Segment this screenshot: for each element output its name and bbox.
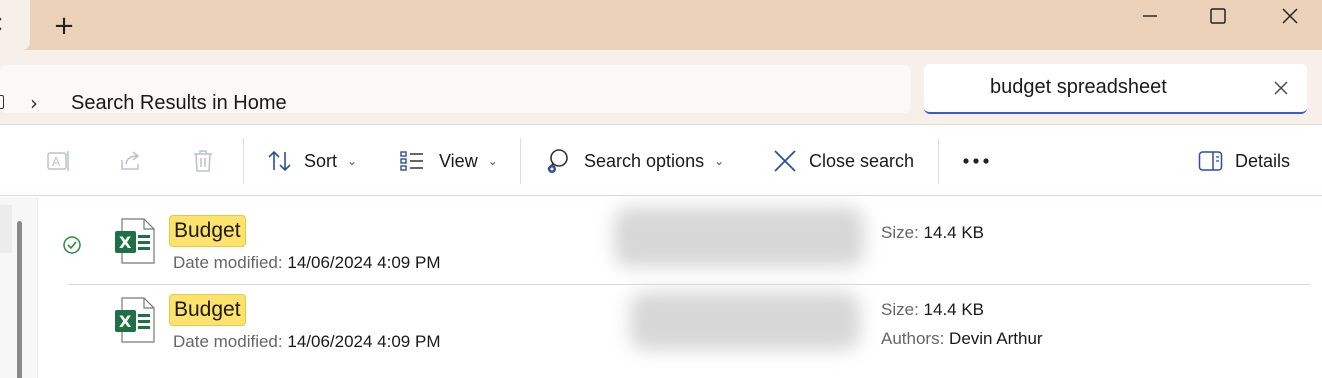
rename-button[interactable]: A (46, 126, 72, 196)
close-icon (1282, 8, 1298, 24)
maximize-button[interactable] (1186, 0, 1250, 32)
close-search-label: Close search (809, 150, 915, 171)
file-name[interactable]: Budget (169, 215, 246, 247)
view-icon (400, 151, 423, 171)
scrollbar-thumb[interactable] (17, 221, 22, 378)
list-item[interactable]: X Budget Date modified: 14/06/2024 4:09 … (40, 199, 1322, 279)
sort-button[interactable]: Sort ⌄ (266, 126, 357, 196)
search-options-label: Search options (584, 150, 705, 171)
list-item[interactable]: X Budget Date modified: 14/06/2024 4:09 … (40, 278, 1322, 358)
trash-icon (194, 150, 212, 172)
date-modified: Date modified: 14/06/2024 4:09 PM (173, 253, 440, 273)
delete-button[interactable] (190, 126, 216, 196)
minimize-button[interactable] (1118, 0, 1182, 32)
date-modified: Date modified: 14/06/2024 4:09 PM (173, 332, 440, 352)
title-bar: ✕ + (0, 0, 1322, 50)
more-options-button[interactable] (962, 126, 990, 196)
view-label: View (439, 150, 478, 171)
share-button[interactable] (118, 126, 144, 196)
view-button[interactable]: View ⌄ (399, 126, 498, 196)
results-list: X Budget Date modified: 14/06/2024 4:09 … (0, 197, 1322, 378)
date-modified-key: Date modified: (173, 253, 283, 272)
new-tab-button[interactable]: + (52, 11, 76, 41)
file-name[interactable]: Budget (169, 294, 246, 326)
close-window-button[interactable] (1258, 0, 1322, 32)
svg-text:X: X (119, 312, 132, 331)
address-bar[interactable]: › Search Results in Home (0, 65, 911, 115)
excel-file-icon: X (115, 218, 155, 264)
rename-icon: A (47, 151, 69, 171)
more-icon (963, 158, 989, 164)
sort-icon (268, 150, 291, 172)
details-label: Details (1235, 150, 1291, 171)
breadcrumb[interactable]: Search Results in Home (71, 92, 287, 115)
scrollbar-track (0, 205, 12, 253)
size-value: 14.4 KB (923, 223, 985, 242)
authors-value: Devin Arthur (949, 329, 1043, 348)
svg-text:X: X (119, 233, 132, 252)
search-options-button[interactable]: Search options ⌄ (544, 126, 724, 196)
date-modified-value: 14/06/2024 4:09 PM (287, 253, 441, 272)
size-value: 14.4 KB (923, 300, 985, 319)
maximize-icon (1210, 8, 1226, 24)
chevron-down-icon: ⌄ (487, 154, 498, 168)
address-row: › Search Results in Home (0, 50, 1322, 125)
authors-key: Authors: (881, 329, 945, 348)
chevron-down-icon: ⌄ (714, 154, 725, 168)
date-modified-key: Date modified: (173, 332, 283, 351)
active-tab[interactable]: ✕ (0, 0, 30, 50)
search-options-icon (547, 149, 568, 173)
minimize-icon (1143, 15, 1157, 17)
details-pane-button[interactable]: Details (1198, 126, 1290, 196)
details-pane-icon (1198, 151, 1223, 171)
search-box[interactable] (924, 64, 1307, 114)
size-key: Size: (881, 223, 919, 242)
chevron-right-icon[interactable]: › (30, 93, 38, 113)
sync-status-icon (63, 236, 81, 254)
search-input[interactable] (990, 76, 1260, 99)
command-bar: A Sort ⌄ View ⌄ Search options ⌄ Close s… (0, 126, 1322, 196)
svg-text:A: A (52, 155, 61, 169)
computer-icon (0, 95, 4, 109)
share-icon (121, 151, 140, 170)
tab-close-icon[interactable]: ✕ (0, 14, 4, 36)
size-key: Size: (881, 300, 919, 319)
close-search-button[interactable]: Close search (772, 126, 914, 196)
toolbar-divider (243, 138, 244, 184)
sort-label: Sort (304, 150, 338, 171)
close-icon (774, 150, 796, 172)
file-authors: Authors: Devin Arthur (881, 329, 1043, 349)
chevron-down-icon: ⌄ (347, 154, 358, 168)
vertical-scrollbar[interactable] (0, 197, 38, 378)
file-size: Size: 14.4 KB (881, 223, 984, 243)
redacted-region (614, 207, 864, 267)
toolbar-divider (938, 138, 939, 184)
file-size: Size: 14.4 KB (881, 300, 984, 320)
clear-search-icon[interactable] (1272, 79, 1290, 97)
date-modified-value: 14/06/2024 4:09 PM (287, 332, 441, 351)
redacted-region (630, 292, 860, 350)
excel-file-icon: X (115, 297, 155, 343)
toolbar-divider (520, 138, 521, 184)
